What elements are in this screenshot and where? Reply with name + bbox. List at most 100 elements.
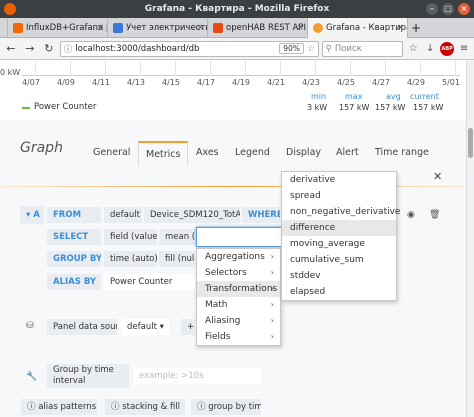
submenu-item[interactable]: stddev: [282, 268, 396, 284]
tab-close-icon[interactable]: ×: [296, 18, 304, 38]
tab-close-icon[interactable]: ×: [396, 18, 404, 38]
tab-time-range[interactable]: Time range: [375, 147, 429, 158]
x-tick: 4/19: [232, 78, 250, 87]
info-circle-icon: ⓘ: [111, 402, 123, 412]
add-function-input[interactable]: [196, 227, 282, 247]
from-policy[interactable]: default: [103, 206, 143, 224]
x-tick: 5/01: [442, 78, 460, 87]
adblock-icon[interactable]: ABP: [440, 41, 455, 56]
forward-icon[interactable]: →: [22, 41, 38, 57]
grid-line: [315, 60, 316, 76]
legend-series-name[interactable]: Power Counter: [34, 102, 96, 112]
menu-icon[interactable]: ≡: [457, 42, 471, 56]
chevron-right-icon: ›: [270, 268, 274, 277]
grid-line: [70, 60, 71, 76]
close-editor-icon[interactable]: ✕: [433, 170, 442, 183]
reload-icon[interactable]: ↻: [41, 41, 57, 57]
close-window-button[interactable]: ×: [458, 3, 470, 15]
x-tick: 4/23: [302, 78, 320, 87]
maximize-button[interactable]: □: [442, 3, 454, 15]
tab-legend[interactable]: Legend: [235, 147, 270, 158]
submenu-item[interactable]: cumulative_sum: [282, 252, 396, 268]
url-text[interactable]: localhost:3000/dashboard/db: [75, 44, 276, 54]
new-tab-button[interactable]: +: [408, 18, 424, 38]
submenu-item[interactable]: elapsed: [282, 284, 396, 300]
alias-patterns-button[interactable]: ⓘ alias patterns: [20, 398, 98, 416]
firefox-icon: [4, 3, 16, 15]
select-field[interactable]: field (value): [103, 228, 158, 246]
menu-item-transformations[interactable]: Transformations ›: [197, 281, 280, 297]
tab-close-icon[interactable]: ×: [196, 18, 204, 38]
stacking-fill-button[interactable]: ⓘ stacking & fill: [104, 398, 186, 416]
info-icon[interactable]: ⓘ: [64, 43, 73, 55]
select-label: SELECT: [46, 228, 102, 246]
grid-line: [245, 60, 246, 76]
datasource-label: Panel data source: [46, 318, 118, 336]
function-menu: Aggregations › Selectors › Transformations…: [196, 248, 281, 346]
submenu-item[interactable]: spread: [282, 188, 396, 204]
submenu-item[interactable]: moving_average: [282, 236, 396, 252]
datasource-select[interactable]: default ▾: [120, 318, 170, 336]
window-titlebar: Grafana - Квартира - Mozilla Firefox – □…: [0, 0, 474, 18]
submenu-item[interactable]: non_negative_derivative: [282, 204, 400, 220]
wrench-icon: 🔧: [26, 372, 38, 382]
menu-item-fields[interactable]: Fields ›: [197, 329, 280, 345]
query-ref[interactable]: ▾ A: [20, 206, 44, 224]
browser-tab-1[interactable]: InfluxDB+Grafana p ×: [8, 18, 108, 38]
downloads-icon[interactable]: ↓: [423, 42, 437, 56]
chevron-right-icon: ›: [270, 332, 274, 341]
trash-icon[interactable]: 🗑: [429, 210, 440, 220]
from-measurement[interactable]: Device_SDM120_TotActEn: [143, 206, 241, 224]
menu-item-math[interactable]: Math ›: [197, 297, 280, 313]
menu-item-aggregations[interactable]: Aggregations ›: [197, 249, 280, 265]
group-by-time[interactable]: time (auto): [103, 250, 158, 268]
submenu-item-difference[interactable]: difference: [282, 220, 396, 236]
graph-panel: 0 kW 4/07 4/09 4/11 4/13 4/15 4/17 4/19 …: [0, 60, 466, 120]
group-by-time-button[interactable]: ⓘ group by time: [190, 398, 262, 416]
browser-tab-4[interactable]: Grafana - Квартира ×: [308, 18, 408, 38]
tab-strip: InfluxDB+Grafana p × Учет электричеств ×…: [0, 18, 474, 38]
eye-icon[interactable]: ◉: [407, 210, 415, 220]
x-tick: 4/27: [372, 78, 390, 87]
from-label: FROM: [46, 206, 102, 224]
submenu-item[interactable]: derivative: [282, 172, 396, 188]
grafana-favicon-icon: [313, 23, 323, 33]
info-circle-icon: ⓘ: [197, 402, 209, 412]
grid-line: [280, 60, 281, 76]
tab-close-icon[interactable]: ×: [96, 18, 104, 38]
x-axis-ticks: 4/07 4/09 4/11 4/13 4/15 4/17 4/19 4/21 …: [0, 78, 466, 90]
tab-metrics[interactable]: Metrics: [138, 141, 189, 166]
x-tick: 4/17: [197, 78, 215, 87]
scrollbar-thumb[interactable]: [468, 128, 473, 158]
add-query-button[interactable]: +: [180, 318, 196, 336]
tab-overflow[interactable]: [0, 18, 8, 38]
x-tick: 4/15: [162, 78, 180, 87]
tab-display[interactable]: Display: [286, 147, 321, 158]
browser-tab-3[interactable]: openHAB REST API D ×: [208, 18, 308, 38]
minimize-button[interactable]: –: [426, 3, 438, 15]
search-input[interactable]: ⚲ Поиск: [321, 40, 404, 57]
x-tick: 4/07: [22, 78, 40, 87]
tab-general[interactable]: General: [93, 147, 130, 158]
alias-input[interactable]: Power Counter: [103, 273, 196, 291]
bookmarks-icon[interactable]: ☆: [406, 42, 420, 56]
select-function[interactable]: mean (): [158, 228, 196, 246]
back-icon[interactable]: ←: [3, 41, 19, 57]
database-icon: ⛁: [26, 321, 34, 331]
info-circle-icon: ⓘ: [27, 402, 39, 412]
bookmark-star-icon[interactable]: ☆: [307, 44, 315, 54]
group-by-fill[interactable]: fill (null): [158, 250, 196, 268]
chevron-right-icon: ›: [270, 284, 274, 293]
menu-item-aliasing[interactable]: Aliasing ›: [197, 313, 280, 329]
url-bar[interactable]: ⓘ localhost:3000/dashboard/db 90% ☆: [59, 40, 319, 57]
tab-axes[interactable]: Axes: [196, 147, 219, 158]
grid-line: [455, 60, 456, 76]
browser-tab-2[interactable]: Учет электричеств ×: [108, 18, 208, 38]
group-interval-input[interactable]: example: >10s: [132, 367, 262, 385]
menu-item-selectors[interactable]: Selectors ›: [197, 265, 280, 281]
zoom-level[interactable]: 90%: [279, 43, 304, 54]
tab-alert[interactable]: Alert: [336, 147, 359, 158]
page-scrollbar[interactable]: [466, 60, 474, 417]
alias-label: ALIAS BY: [46, 273, 102, 291]
grid-line: [385, 60, 386, 76]
